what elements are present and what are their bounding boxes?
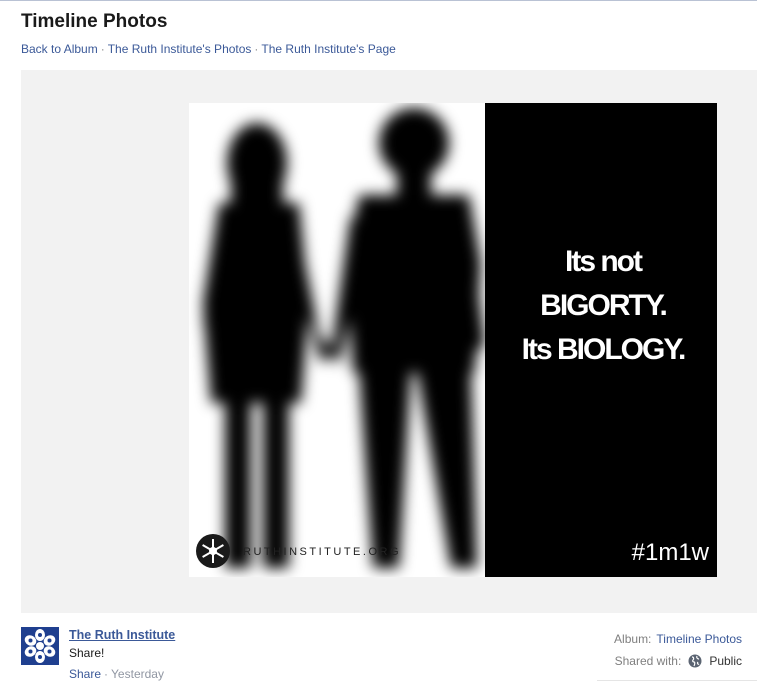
breadcrumb-separator: ·	[100, 42, 105, 56]
action-separator: ·	[104, 667, 109, 681]
headline-line-2: BIGORTY.	[540, 289, 666, 322]
avatar[interactable]	[21, 627, 59, 665]
photo-stage[interactable]: Its not BIGORTY. Its BIOLOGY. RUTHINSTIT…	[21, 70, 757, 613]
headline-line-3: Its BIOLOGY.	[522, 333, 685, 366]
timeline-photo[interactable]: Its not BIGORTY. Its BIOLOGY. RUTHINSTIT…	[189, 103, 717, 577]
headline-line-1: Its not	[565, 245, 643, 278]
post-actions: Share · Yesterday	[69, 667, 164, 681]
institute-page-link[interactable]: The Ruth Institute's Page	[261, 42, 395, 56]
album-row: Album: Timeline Photos	[582, 628, 742, 650]
ruth-institute-logo-icon	[196, 534, 230, 568]
meta-divider	[597, 680, 757, 681]
shared-with-row: Shared with: Public	[582, 650, 742, 672]
post-caption: Share!	[69, 646, 105, 660]
institute-photos-link[interactable]: The Ruth Institute's Photos	[108, 42, 252, 56]
share-link[interactable]: Share	[69, 667, 101, 681]
photo-meta: Album: Timeline Photos Shared with: Publ…	[582, 628, 742, 672]
shared-with-label: Shared with:	[614, 654, 682, 668]
page-name-link[interactable]: The Ruth Institute	[69, 628, 175, 642]
album-link[interactable]: Timeline Photos	[656, 632, 742, 646]
globe-icon[interactable]	[688, 654, 702, 668]
page-title: Timeline Photos	[21, 11, 168, 32]
page-avatar-icon	[21, 627, 59, 665]
top-divider	[0, 0, 757, 1]
hashtag: #1m1w	[632, 539, 710, 566]
back-to-album-link[interactable]: Back to Album	[21, 42, 98, 56]
breadcrumb-separator: ·	[254, 42, 259, 56]
post-timestamp[interactable]: Yesterday	[111, 667, 164, 681]
breadcrumb: Back to Album · The Ruth Institute's Photo…	[21, 42, 396, 56]
watermark-text: RUTHINSTITUTE.ORG	[243, 546, 401, 558]
privacy-value[interactable]: Public	[709, 654, 742, 668]
album-label: Album:	[614, 632, 652, 646]
